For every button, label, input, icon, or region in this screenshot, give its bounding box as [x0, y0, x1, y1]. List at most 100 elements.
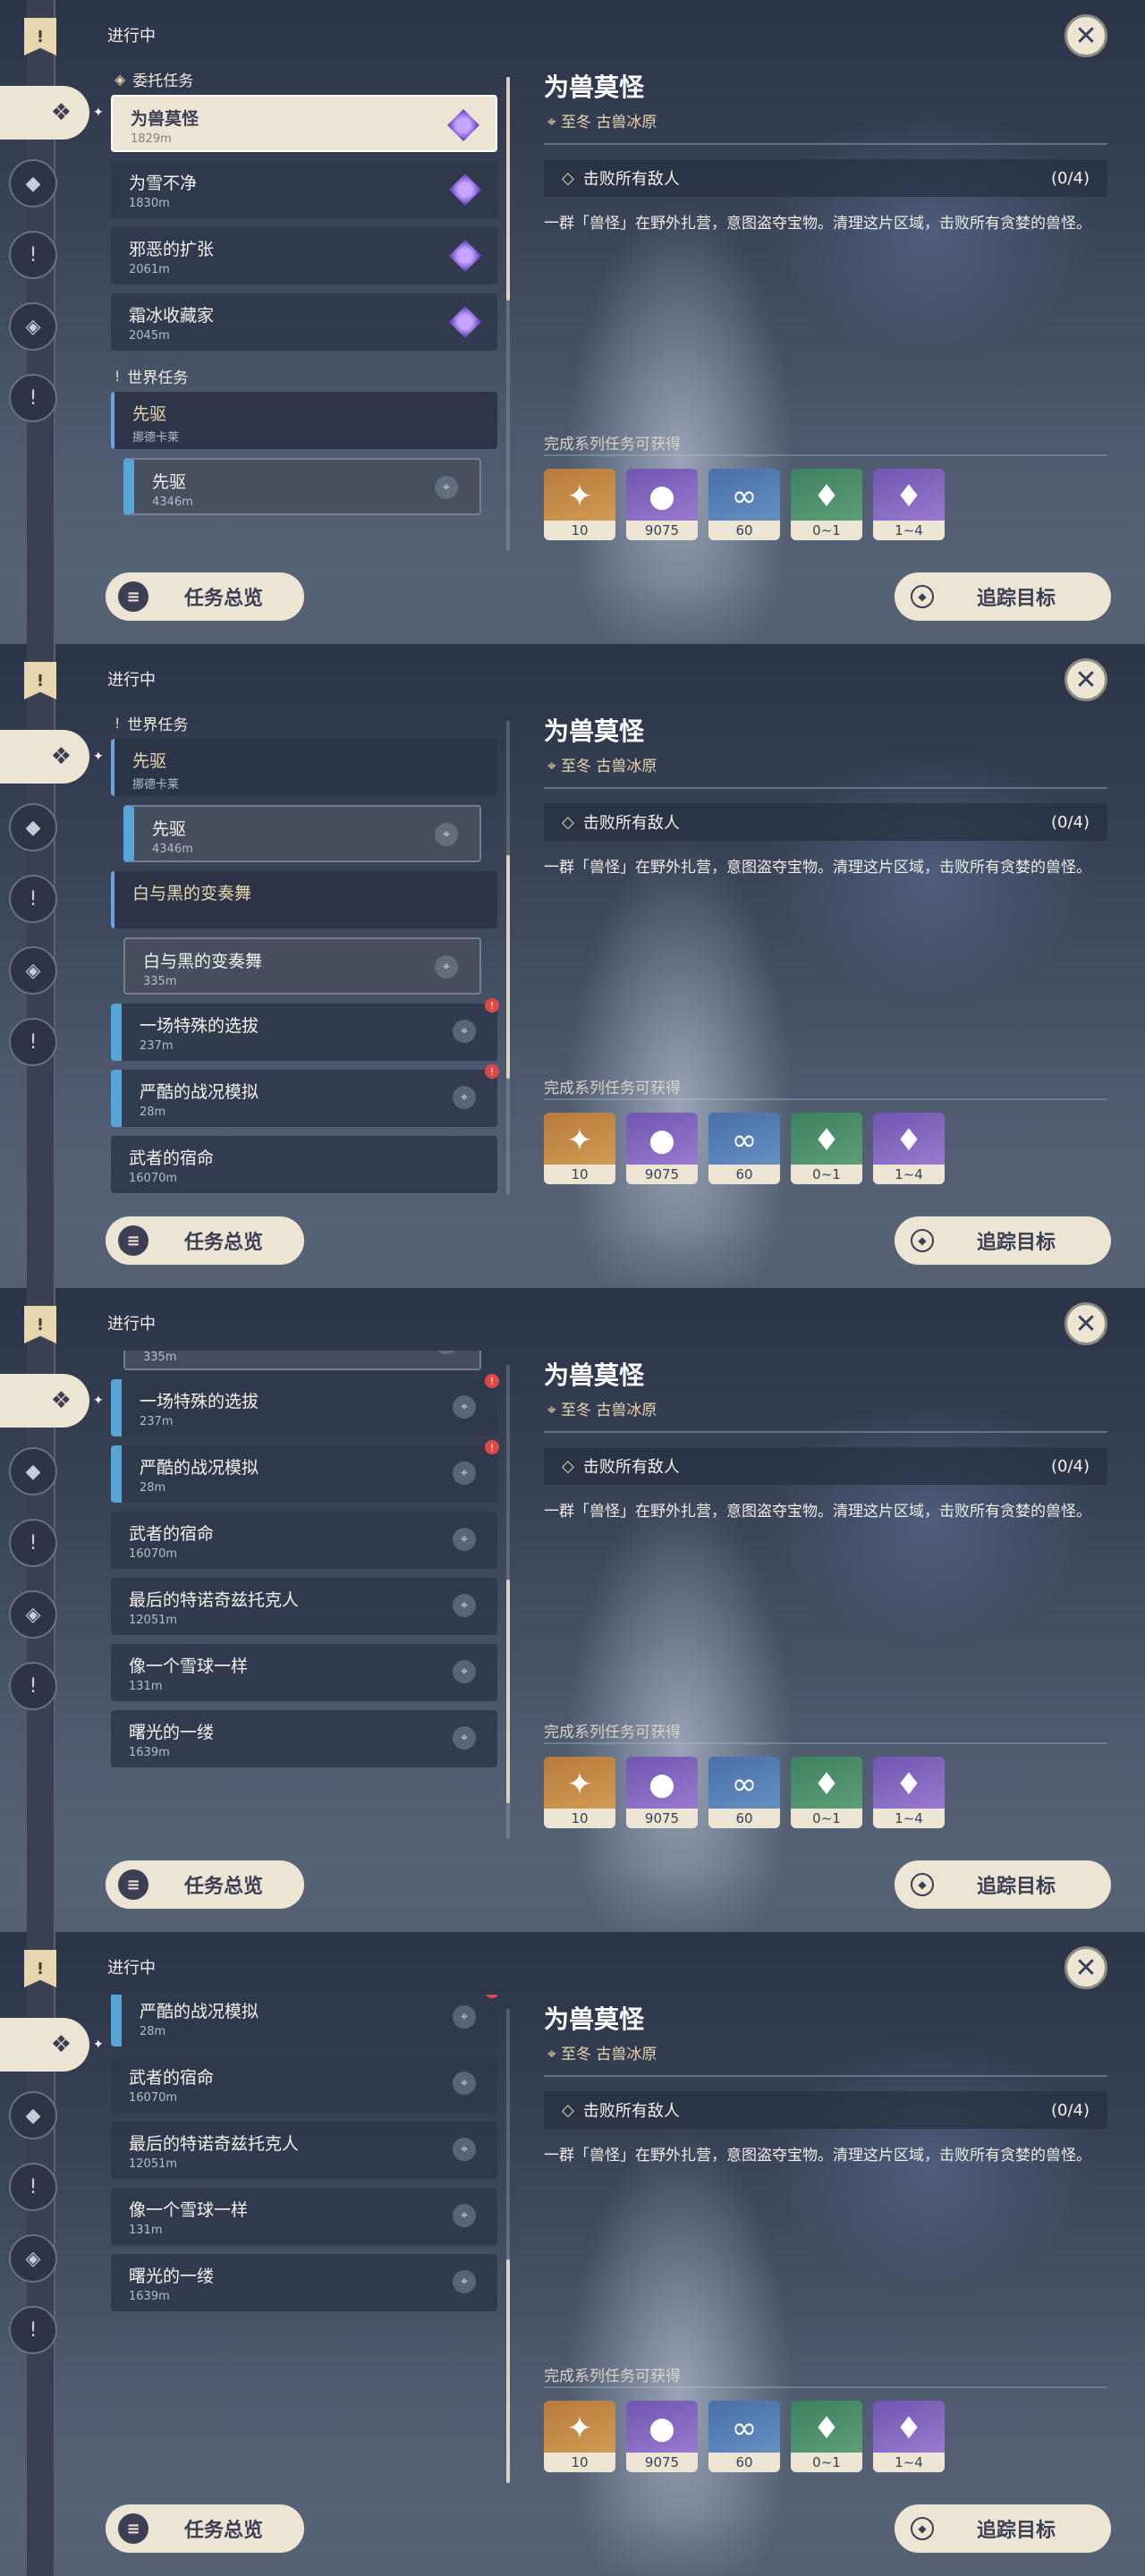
- quest-item[interactable]: 武者的宿命 16070m ⌖: [111, 1512, 497, 1569]
- reward-mora[interactable]: ● 9075: [626, 1757, 698, 1828]
- quest-item[interactable]: 霜冰收藏家 2045m: [111, 293, 497, 351]
- event-tab[interactable]: ◈: [9, 1590, 57, 1639]
- location-pin-icon[interactable]: ⌖: [453, 1594, 476, 1617]
- track-button[interactable]: ◆ 追踪目标: [895, 1216, 1111, 1265]
- reward-mora[interactable]: ● 9075: [626, 2401, 698, 2472]
- commission-tab[interactable]: ❖: [0, 730, 89, 784]
- commission-tab[interactable]: ❖: [0, 1374, 89, 1428]
- quest-item[interactable]: 严酷的战况模拟28m⌖!: [111, 1064, 499, 1127]
- quest-item[interactable]: 白与黑的变奏舞335m⌖: [123, 1351, 481, 1370]
- location-pin-icon[interactable]: ⌖: [435, 476, 458, 499]
- quest-item[interactable]: 像一个雪球一样 131m ⌖: [111, 1644, 497, 1701]
- world-quest-tab[interactable]: !: [9, 231, 57, 279]
- reward-exp[interactable]: ∞ 60: [708, 1113, 780, 1184]
- reward-crystal-purple[interactable]: ♦ 1~4: [873, 1113, 945, 1184]
- commission-tab[interactable]: ❖: [0, 86, 89, 140]
- story-tab[interactable]: ◆: [9, 2091, 57, 2140]
- quest-item[interactable]: 先驱 4346m ⌖: [123, 458, 481, 515]
- quest-item[interactable]: 像一个雪球一样 131m ⌖: [111, 2188, 497, 2245]
- world-quest-tab[interactable]: !: [9, 875, 57, 923]
- commission-tab[interactable]: ❖: [0, 2018, 89, 2072]
- location-pin-icon[interactable]: ⌖: [453, 2204, 476, 2227]
- quest-item[interactable]: 曙光的一缕 1639m ⌖: [111, 2254, 497, 2311]
- list-scrollbar[interactable]: [506, 721, 510, 1195]
- world-quest-tab[interactable]: !: [9, 1519, 57, 1567]
- list-scrollbar[interactable]: [506, 1365, 510, 1839]
- close-button[interactable]: ✕: [1064, 1946, 1107, 1989]
- quest-item[interactable]: 武者的宿命 16070m ⌖: [111, 2055, 497, 2113]
- story-tab[interactable]: ◆: [9, 1447, 57, 1496]
- location-pin-icon[interactable]: ⌖: [435, 823, 458, 846]
- quest-list[interactable]: 白与黑的变奏舞335m⌖ 一场特殊的选拔237m⌖! 严酷的战况模拟28m⌖! …: [106, 1351, 499, 1843]
- location-pin-icon[interactable]: ⌖: [453, 1660, 476, 1683]
- quest-item[interactable]: 最后的特诺奇兹托克人 12051m ⌖: [111, 1578, 497, 1635]
- scroll-thumb[interactable]: [506, 855, 510, 1079]
- quest-item[interactable]: 一场特殊的选拔 237m ⌖!: [111, 998, 499, 1061]
- reward-primogem[interactable]: ✦ 10: [544, 469, 615, 540]
- misc-quest-tab[interactable]: !: [9, 2306, 57, 2354]
- reward-crystal-green[interactable]: ♦ 0~1: [791, 2401, 862, 2472]
- track-button[interactable]: ◆ 追踪目标: [895, 1860, 1111, 1909]
- location-pin-icon[interactable]: ⌖: [453, 1462, 476, 1485]
- quest-item[interactable]: 邪恶的扩张 2061m: [111, 227, 497, 284]
- event-tab[interactable]: ◈: [9, 946, 57, 995]
- quest-group-pioneer[interactable]: 先驱 挪德卡莱: [111, 739, 497, 796]
- location-pin-icon[interactable]: ⌖: [453, 1395, 476, 1419]
- story-tab[interactable]: ◆: [9, 159, 57, 208]
- location-pin-icon[interactable]: ⌖: [453, 2072, 476, 2095]
- reward-crystal-green[interactable]: ♦ 0~1: [791, 1757, 862, 1828]
- story-tab[interactable]: ◆: [9, 803, 57, 852]
- scroll-thumb[interactable]: [506, 1580, 510, 1803]
- close-button[interactable]: ✕: [1064, 1302, 1107, 1345]
- reward-crystal-green[interactable]: ♦ 0~1: [791, 1113, 862, 1184]
- quest-group-pioneer[interactable]: 先驱 挪德卡莱: [111, 392, 497, 449]
- overview-button[interactable]: ≡ 任务总览: [106, 2504, 304, 2553]
- track-button[interactable]: ◆ 追踪目标: [895, 572, 1111, 621]
- reward-crystal-purple[interactable]: ♦ 1~4: [873, 2401, 945, 2472]
- location-pin-icon[interactable]: ⌖: [453, 2270, 476, 2293]
- location-pin-icon[interactable]: ⌖: [453, 2005, 476, 2029]
- location-pin-icon[interactable]: ⌖: [435, 955, 458, 979]
- overview-button[interactable]: ≡ 任务总览: [106, 1216, 304, 1265]
- location-pin-icon[interactable]: ⌖: [453, 2138, 476, 2161]
- quest-list[interactable]: ! 世界任务 先驱 挪德卡莱 先驱 4346m ⌖ 白与黑的变奏舞 白与黑的变奏舞 335…: [106, 707, 499, 1199]
- reward-mora[interactable]: ● 9075: [626, 1113, 698, 1184]
- event-tab[interactable]: ◈: [9, 302, 57, 351]
- reward-crystal-purple[interactable]: ♦ 1~4: [873, 1757, 945, 1828]
- location-pin-icon[interactable]: ⌖: [453, 1726, 476, 1750]
- track-button[interactable]: ◆ 追踪目标: [895, 2504, 1111, 2553]
- quest-item[interactable]: 白与黑的变奏舞335m⌖: [123, 937, 481, 995]
- quest-item[interactable]: 严酷的战况模拟28m⌖!: [111, 1440, 499, 1503]
- quest-item[interactable]: 先驱 4346m ⌖: [123, 805, 481, 862]
- event-tab[interactable]: ◈: [9, 2234, 57, 2283]
- close-button[interactable]: ✕: [1064, 14, 1107, 57]
- scroll-thumb[interactable]: [506, 77, 510, 301]
- reward-primogem[interactable]: ✦ 10: [544, 1113, 615, 1184]
- quest-list[interactable]: 严酷的战况模拟28m⌖! 武者的宿命16070m⌖ 最后的特诺奇兹托克人1205…: [106, 1995, 499, 2487]
- quest-item[interactable]: 一场特殊的选拔 237m ⌖!: [111, 1374, 499, 1436]
- world-quest-tab[interactable]: !: [9, 2163, 57, 2211]
- quest-list[interactable]: ◈ 委托任务 为兽莫怪 1829m 为雪不净 1830m 邪恶的扩张 2061m 霜冰收…: [106, 63, 499, 555]
- quest-group-white-black[interactable]: 白与黑的变奏舞: [111, 871, 497, 928]
- close-button[interactable]: ✕: [1064, 658, 1107, 701]
- reward-primogem[interactable]: ✦ 10: [544, 1757, 615, 1828]
- misc-quest-tab[interactable]: !: [9, 1662, 57, 1710]
- overview-button[interactable]: ≡ 任务总览: [106, 572, 304, 621]
- misc-quest-tab[interactable]: !: [9, 1018, 57, 1066]
- reward-exp[interactable]: ∞ 60: [708, 1757, 780, 1828]
- quest-item[interactable]: 武者的宿命 16070m: [111, 1136, 497, 1193]
- reward-crystal-purple[interactable]: ♦ 1~4: [873, 469, 945, 540]
- quest-item[interactable]: 严酷的战况模拟28m⌖!: [111, 1995, 499, 2046]
- misc-quest-tab[interactable]: !: [9, 374, 57, 422]
- quest-item-selected[interactable]: 为兽莫怪 1829m: [111, 95, 497, 152]
- quest-item[interactable]: 为雪不净 1830m: [111, 161, 497, 218]
- reward-crystal-green[interactable]: ♦ 0~1: [791, 469, 862, 540]
- location-pin-icon[interactable]: ⌖: [453, 1528, 476, 1551]
- reward-primogem[interactable]: ✦ 10: [544, 2401, 615, 2472]
- location-pin-icon[interactable]: ⌖: [453, 1020, 476, 1043]
- reward-exp[interactable]: ∞ 60: [708, 2401, 780, 2472]
- location-pin-icon[interactable]: ⌖: [453, 1086, 476, 1109]
- list-scrollbar[interactable]: [506, 2009, 510, 2483]
- list-scrollbar[interactable]: [506, 77, 510, 551]
- quest-item[interactable]: 最后的特诺奇兹托克人 12051m ⌖: [111, 2122, 497, 2179]
